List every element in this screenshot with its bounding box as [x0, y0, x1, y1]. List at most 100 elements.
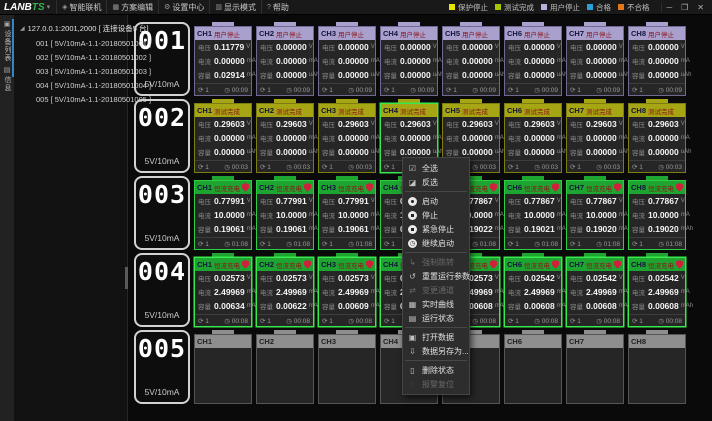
- current-unit: mA: [309, 135, 318, 141]
- loop-value: 1: [205, 87, 209, 94]
- channel-card[interactable]: CH4 用户停止 电压 0.00000 V 电流 0.00000 mA 容量 0…: [380, 22, 438, 96]
- context-menu-item[interactable]: ⇩ 数据另存为...: [403, 344, 469, 358]
- context-menu-item[interactable]: ◷ 继续启动: [403, 236, 469, 250]
- clock-icon: ◷: [472, 164, 478, 171]
- time-value: 01:08: [604, 241, 620, 248]
- channel-card[interactable]: CH6 恒流充电 电压 0.02542 V 电流 2.49969 mA 容量 0…: [504, 253, 562, 327]
- channel-card[interactable]: CH1 恒流充电 电压 0.77991 V 电流 10.0000 mA 容量 0…: [194, 176, 252, 250]
- context-menu-item[interactable]: ▦ 实时曲线: [403, 297, 469, 311]
- voltage-field: 电压 0.02542 V: [629, 271, 685, 285]
- logo-caret-icon[interactable]: ▾: [47, 3, 51, 11]
- capacity-label: 容量: [508, 147, 521, 157]
- channel-card[interactable]: CH3 用户停止 电压 0.00000 V 电流 0.00000 mA 容量 0…: [318, 22, 376, 96]
- context-menu-item[interactable]: 启动: [403, 194, 469, 208]
- channel-card[interactable]: CH6 恒流充电 电压 0.77867 V 电流 10.0000 mA 容量 0…: [504, 176, 562, 250]
- capacity-value: 0.00000: [400, 147, 431, 157]
- tree-device-item[interactable]: 005 [ 5V/10mA-1.1-20180501005 ]: [20, 92, 127, 106]
- tree-expand-icon[interactable]: ◢: [20, 25, 25, 32]
- channel-card[interactable]: CH7 恒流充电 电压 0.02542 V 电流 2.49969 mA 容量 0…: [566, 253, 624, 327]
- tree-root-node[interactable]: ◢ 127.0.0.1:2001,2000 [ 连接设备5 台]: [20, 23, 127, 34]
- menubar-item[interactable]: ▦ 方案编辑: [106, 0, 158, 14]
- channel-card[interactable]: CH3 测试完成 电压 0.29603 V 电流 0.00000 mA 容量 0…: [318, 99, 376, 173]
- channel-card[interactable]: CH7 恒流充电 电压 0.77867 V 电流 10.0000 mA 容量 0…: [566, 176, 624, 250]
- channel-card[interactable]: CH2 用户停止 电压 0.00000 V 电流 0.00000 mA 容量 0…: [256, 22, 314, 96]
- voltage-unit: V: [246, 44, 250, 50]
- context-menu-item[interactable]: 停止: [403, 208, 469, 222]
- channel-card[interactable]: CH2 恒流充电 电压 0.02573 V 电流 2.49969 mA 容量 0…: [256, 253, 314, 327]
- channel-card[interactable]: CH3 恒流充电 电压 0.77991 V 电流 10.0000 mA 容量 0…: [318, 176, 376, 250]
- panel-splitter[interactable]: [125, 267, 128, 289]
- voltage-value: 0.29603: [400, 119, 431, 129]
- context-menu-item[interactable]: ▤ 运行状态: [403, 311, 469, 325]
- channel-card[interactable]: CH6 测试完成 电压 0.29603 V 电流 0.00000 mA 容量 0…: [504, 99, 562, 173]
- context-menu-item[interactable]: 紧急停止: [403, 222, 469, 236]
- menubar-item[interactable]: ? 帮助: [261, 0, 294, 14]
- close-button[interactable]: ✕: [697, 3, 704, 12]
- channel-card[interactable]: CH2 测试完成 电压 0.29603 V 电流 0.00000 mA 容量 0…: [256, 99, 314, 173]
- elapsed-time: ◷ 00:08: [472, 317, 496, 325]
- context-menu-item[interactable]: ▣ 打开数据: [403, 330, 469, 344]
- side-strip-tab[interactable]: ▣ 设备列表: [2, 20, 12, 62]
- channel-status: 恒流充电: [648, 183, 674, 193]
- channel-card-empty[interactable]: CH1: [194, 330, 252, 404]
- channel-name: CH1: [197, 183, 212, 192]
- device-number: 005: [138, 336, 186, 361]
- current-field: 电流 0.00000 mA: [319, 54, 375, 68]
- context-menu-item[interactable]: ▯ 删除状态: [403, 363, 469, 377]
- current-field: 电流 0.00000 mA: [381, 131, 437, 145]
- menubar-item[interactable]: ⚙ 设置中心: [158, 0, 209, 14]
- channel-card[interactable]: CH6 用户停止 电压 0.00000 V 电流 0.00000 mA 容量 0…: [504, 22, 562, 96]
- context-menu-item[interactable]: ☑ 全选: [403, 161, 469, 175]
- tree-device-item[interactable]: 003 [ 5V/10mA-1.1-20180501003 ]: [20, 64, 127, 78]
- side-strip-tab[interactable]: ▤ 信息: [2, 66, 12, 92]
- legend-color-swatch: [495, 4, 501, 10]
- time-value: 01:08: [480, 241, 496, 248]
- channel-card[interactable]: CH8 恒流充电 电压 0.02542 V 电流 2.49969 mA 容量 0…: [628, 253, 686, 327]
- capacity-field: 容量 0.00608 mAh: [629, 299, 685, 313]
- realtime-curve-icon: ▦: [407, 300, 418, 309]
- capacity-field: 容量 0.00000 uAh: [257, 68, 313, 82]
- capacity-field: 容量 0.00000 uAh: [443, 68, 499, 82]
- elapsed-time: ◷ 00:03: [534, 163, 558, 171]
- channel-card[interactable]: CH8 用户停止 电压 0.00000 V 电流 0.00000 mA 容量 0…: [628, 22, 686, 96]
- menubar-item[interactable]: ▥ 显示模式: [209, 0, 261, 14]
- voltage-field: 电压 0.02542 V: [505, 271, 561, 285]
- settings-icon: ⚙: [164, 3, 170, 11]
- maximize-button[interactable]: ❐: [681, 3, 688, 12]
- clock-icon: ◷: [286, 241, 292, 248]
- channel-card-empty[interactable]: CH7: [566, 330, 624, 404]
- current-field: 电流 2.49969 mA: [319, 285, 375, 299]
- menubar-item[interactable]: ◈ 智能联机: [56, 0, 106, 14]
- loop-value: 1: [205, 318, 209, 325]
- voltage-value: 0.29603: [214, 119, 245, 129]
- voltage-value: 0.29603: [524, 119, 555, 129]
- loop-icon: ⟳: [260, 318, 265, 325]
- channel-name: CH3: [321, 260, 336, 269]
- channel-card[interactable]: CH7 测试完成 电压 0.29603 V 电流 0.00000 mA 容量 0…: [566, 99, 624, 173]
- channel-card[interactable]: CH3 恒流充电 电压 0.02573 V 电流 2.49969 mA 容量 0…: [318, 253, 376, 327]
- channel-card[interactable]: CH2 恒流充电 电压 0.77991 V 电流 10.0000 mA 容量 0…: [256, 176, 314, 250]
- channel-card-empty[interactable]: CH8: [628, 330, 686, 404]
- capacity-value: 0.00000: [586, 70, 617, 80]
- channel-card[interactable]: CH8 测试完成 电压 0.29603 V 电流 0.00000 mA 容量 0…: [628, 99, 686, 173]
- tree-device-item[interactable]: 004 [ 5V/10mA-1.1-20180501004 ]: [20, 78, 127, 92]
- channel-card[interactable]: CH5 用户停止 电压 0.00000 V 电流 0.00000 mA 容量 0…: [442, 22, 500, 96]
- channel-card-empty[interactable]: CH3: [318, 330, 376, 404]
- channel-card[interactable]: CH8 恒流充电 电压 0.77867 V 电流 10.0000 mA 容量 0…: [628, 176, 686, 250]
- tree-device-item[interactable]: 002 [ 5V/10mA-1.1-20180501002 ]: [20, 50, 127, 64]
- tree-device-item[interactable]: 001 [ 5V/10mA-1.1-20180501001 ]: [20, 36, 127, 50]
- channel-card[interactable]: CH1 用户停止 电压 0.11779 V 电流 0.00000 mA 容量 0…: [194, 22, 252, 96]
- voltage-label: 电压: [322, 196, 335, 206]
- channel-card[interactable]: CH1 测试完成 电压 0.29603 V 电流 0.00000 mA 容量 0…: [194, 99, 252, 173]
- minimize-button[interactable]: ─: [666, 3, 672, 12]
- channel-card[interactable]: CH1 恒流充电 电压 0.02573 V 电流 2.49969 mA 容量 0…: [194, 253, 252, 327]
- menubar-item-label: 方案编辑: [121, 2, 153, 13]
- context-menu-item[interactable]: ↺ 重置运行参数: [403, 269, 469, 283]
- context-menu-item[interactable]: ◪ 反选: [403, 175, 469, 189]
- channel-card-empty[interactable]: CH6: [504, 330, 562, 404]
- channel-name: CH6: [507, 29, 522, 38]
- channel-card-empty[interactable]: CH2: [256, 330, 314, 404]
- context-menu-item-label: 运行状态: [422, 313, 454, 324]
- channel-card[interactable]: CH7 用户停止 电压 0.00000 V 电流 0.00000 mA 容量 0…: [566, 22, 624, 96]
- voltage-field: 电压 0.77991 V: [319, 194, 375, 208]
